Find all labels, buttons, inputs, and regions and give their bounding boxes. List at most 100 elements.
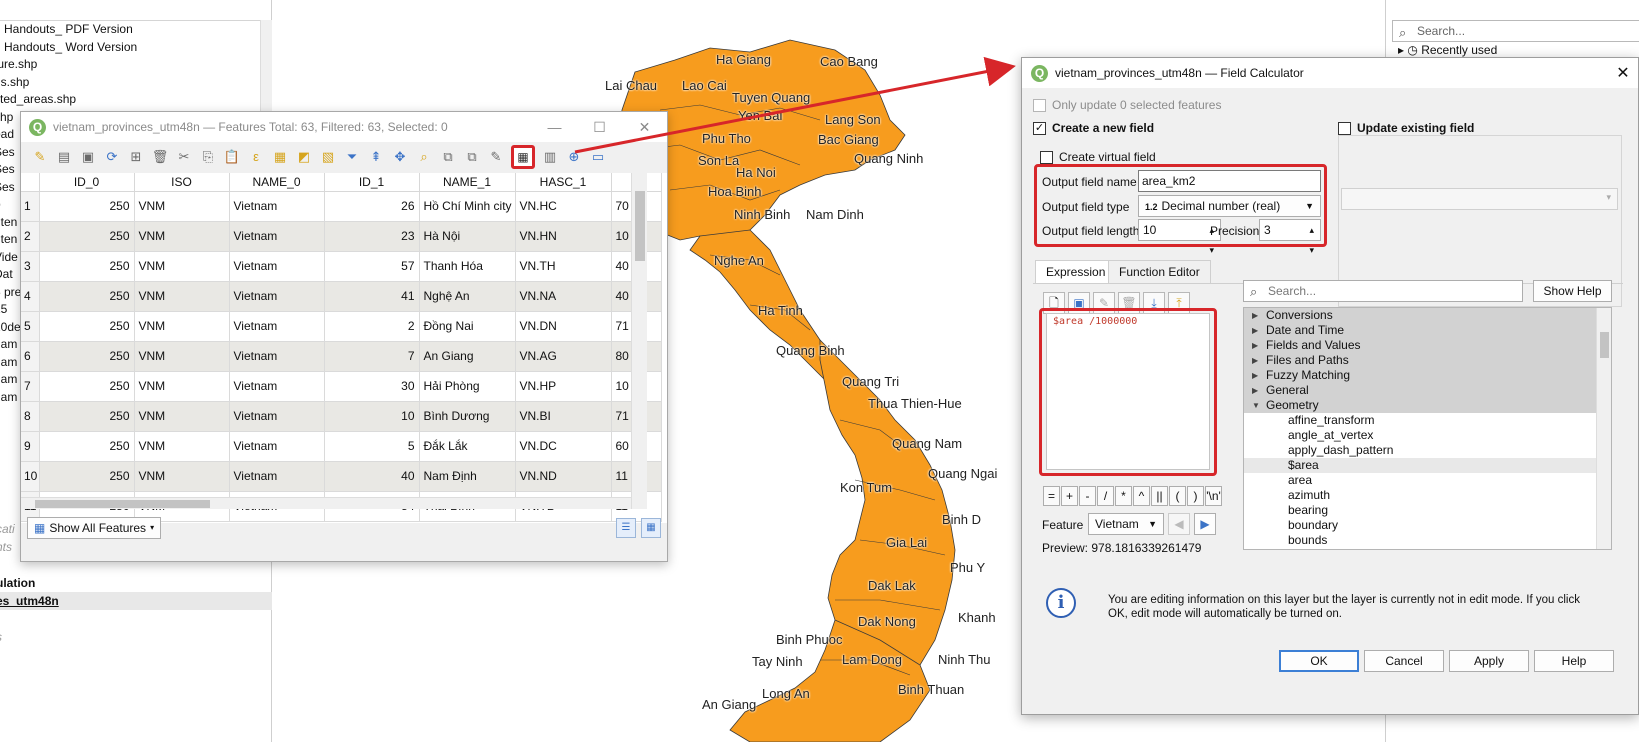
expand-right-icon[interactable]: ▶ (1252, 308, 1258, 323)
table-cell[interactable]: Vietnam (229, 461, 325, 492)
table-row[interactable]: 3 250 VNM Vietnam 57 Thanh Hóa VN.TH 40 (21, 251, 662, 282)
row-number[interactable]: 7 (21, 371, 40, 402)
spin-arrows-icon[interactable]: ▴ ▾ (1309, 220, 1314, 260)
minimize-button[interactable]: — (532, 119, 577, 136)
operator-button[interactable]: - (1079, 486, 1096, 506)
table-horizontal-scrollbar[interactable] (21, 497, 631, 509)
zoom-map-icon[interactable]: ⌕ (415, 148, 433, 166)
table-row[interactable]: 7 250 VNM Vietnam 30 Hải Phòng VN.HP 10 (21, 371, 662, 402)
table-row[interactable]: 10 250 VNM Vietnam 40 Nam Định VN.ND 11 (21, 461, 662, 492)
operator-button[interactable]: '\n' (1205, 486, 1222, 506)
function-item[interactable]: affine_transform (1244, 413, 1596, 428)
function-item[interactable]: $area (1244, 458, 1596, 473)
close-button[interactable]: ✕ (1608, 63, 1638, 83)
browser-item[interactable]: sted_areas.shp (0, 91, 272, 109)
browser-item[interactable]: n Handouts_ Word Version (0, 39, 272, 57)
row-number[interactable]: 10 (21, 461, 40, 492)
show-help-button[interactable]: Show Help (1533, 280, 1612, 302)
column-header[interactable]: HASC_1 (515, 173, 612, 192)
next-feature-button[interactable]: ▶ (1194, 513, 1216, 535)
row-number[interactable]: 9 (21, 431, 40, 462)
table-cell[interactable]: An Giang (419, 341, 516, 372)
tab-function-editor[interactable]: Function Editor (1108, 260, 1211, 284)
table-cell[interactable]: Hải Phòng (419, 371, 516, 402)
table-cell[interactable]: Vietnam (229, 251, 325, 282)
table-row[interactable]: 4 250 VNM Vietnam 41 Nghệ An VN.NA 40 (21, 281, 662, 312)
table-cell[interactable]: VNM (134, 461, 230, 492)
conditional-format-icon[interactable]: ✎ (487, 148, 505, 166)
table-cell[interactable]: VN.AG (515, 341, 612, 372)
table-cell[interactable]: Vietnam (229, 371, 325, 402)
table-cell[interactable]: VNM (134, 251, 230, 282)
table-cell[interactable]: Vietnam (229, 401, 325, 432)
table-cell[interactable]: Vietnam (229, 281, 325, 312)
table-cell[interactable]: VN.ND (515, 461, 612, 492)
feature-select[interactable]: Vietnam ▼ (1088, 513, 1164, 535)
table-cell[interactable]: 250 (39, 431, 135, 462)
table-cell[interactable]: 23 (324, 221, 420, 252)
function-group[interactable]: ▶ Date and Time (1244, 323, 1596, 338)
copy-icon[interactable]: ⎘ (199, 148, 217, 166)
table-row[interactable]: 8 250 VNM Vietnam 10 Bình Dương VN.BI 71 (21, 401, 662, 432)
table-cell[interactable]: Vietnam (229, 221, 325, 252)
function-item[interactable]: boundary (1244, 518, 1596, 533)
reload-icon[interactable]: ⟳ (103, 148, 121, 166)
cut-icon[interactable]: ✂ (175, 148, 193, 166)
table-cell[interactable]: Nam Định (419, 461, 516, 492)
operator-button[interactable]: * (1115, 486, 1132, 506)
row-number[interactable]: 1 (21, 191, 40, 222)
function-item[interactable]: azimuth (1244, 488, 1596, 503)
table-row[interactable]: 2 250 VNM Vietnam 23 Hà Nội VN.HN 10 (21, 221, 662, 252)
function-group[interactable]: ▶ Files and Paths (1244, 353, 1596, 368)
table-cell[interactable]: Nghệ An (419, 281, 516, 312)
table-cell[interactable]: 7 (324, 341, 420, 372)
table-cell[interactable]: 250 (39, 221, 135, 252)
table-cell[interactable]: Vietnam (229, 341, 325, 372)
save-edits-icon[interactable]: ▣ (79, 148, 97, 166)
browser-item[interactable]: n Handouts_ PDF Version (0, 21, 272, 39)
attribute-table-titlebar[interactable]: Q vietnam_provinces_utm48n — Features To… (21, 112, 667, 142)
table-cell[interactable]: 250 (39, 281, 135, 312)
filter-icon[interactable]: ⏷ (343, 148, 361, 166)
table-cell[interactable]: 250 (39, 461, 135, 492)
table-row[interactable]: 9 250 VNM Vietnam 5 Đắk Lắk VN.DC 60 (21, 431, 662, 462)
invert-selection-icon[interactable]: ◩ (295, 148, 313, 166)
table-cell[interactable]: 40 (324, 461, 420, 492)
row-number[interactable]: 5 (21, 311, 40, 342)
function-item[interactable]: bounds (1244, 533, 1596, 548)
table-vertical-scrollbar[interactable] (631, 173, 647, 509)
table-cell[interactable]: VN.DC (515, 431, 612, 462)
create-new-field-checkbox[interactable]: ✓ Create a new field (1033, 121, 1154, 136)
function-group[interactable]: ▶ Fuzzy Matching (1244, 368, 1596, 383)
table-cell[interactable]: VNM (134, 311, 230, 342)
table-cell[interactable]: 57 (324, 251, 420, 282)
function-group[interactable]: ▶ General (1244, 383, 1596, 398)
table-cell[interactable]: VNM (134, 281, 230, 312)
delete-feature-icon[interactable]: 🗑 (151, 148, 169, 166)
help-button[interactable]: Help (1534, 650, 1614, 672)
precision-spinbox[interactable]: 3 ▴ ▾ (1259, 219, 1321, 255)
select-all-icon[interactable]: ▦ (271, 148, 289, 166)
show-all-features-button[interactable]: ▦ Show All Features ▾ (27, 517, 162, 539)
table-row[interactable]: 6 250 VNM Vietnam 7 An Giang VN.AG 80 (21, 341, 662, 372)
actions-icon[interactable]: ▥ (541, 148, 559, 166)
column-header[interactable]: ISO (134, 173, 230, 192)
tab-expression[interactable]: Expression (1035, 260, 1117, 284)
browser-item[interactable]: gs.shp (0, 74, 272, 92)
table-cell[interactable]: VNM (134, 191, 230, 222)
table-cell[interactable]: Vietnam (229, 431, 325, 462)
layer-item[interactable]: ulation (0, 574, 272, 592)
deselect-all-icon[interactable]: ▧ (319, 148, 337, 166)
expand-right-icon[interactable]: ▶ (1252, 383, 1258, 398)
table-cell[interactable]: VN.HP (515, 371, 612, 402)
layer-item[interactable] (0, 610, 272, 628)
table-view-button-icon[interactable]: ▦ (641, 518, 661, 538)
only-update-selected-checkbox[interactable]: Only update 0 selected features (1033, 98, 1221, 113)
operator-button[interactable]: / (1097, 486, 1114, 506)
attribute-grid[interactable]: ID_0 ISO NAME_0 ID_1 NAME_1 HASC_1 1 250 V… (21, 173, 667, 523)
output-field-type-select[interactable]: 1.2 Decimal number (real) ▼ (1138, 195, 1321, 217)
layer-item[interactable]: es_utm48n (0, 592, 272, 610)
table-cell[interactable]: 30 (324, 371, 420, 402)
table-cell[interactable]: Hồ Chí Minh city (419, 191, 516, 222)
add-feature-icon[interactable]: ⊞ (127, 148, 145, 166)
